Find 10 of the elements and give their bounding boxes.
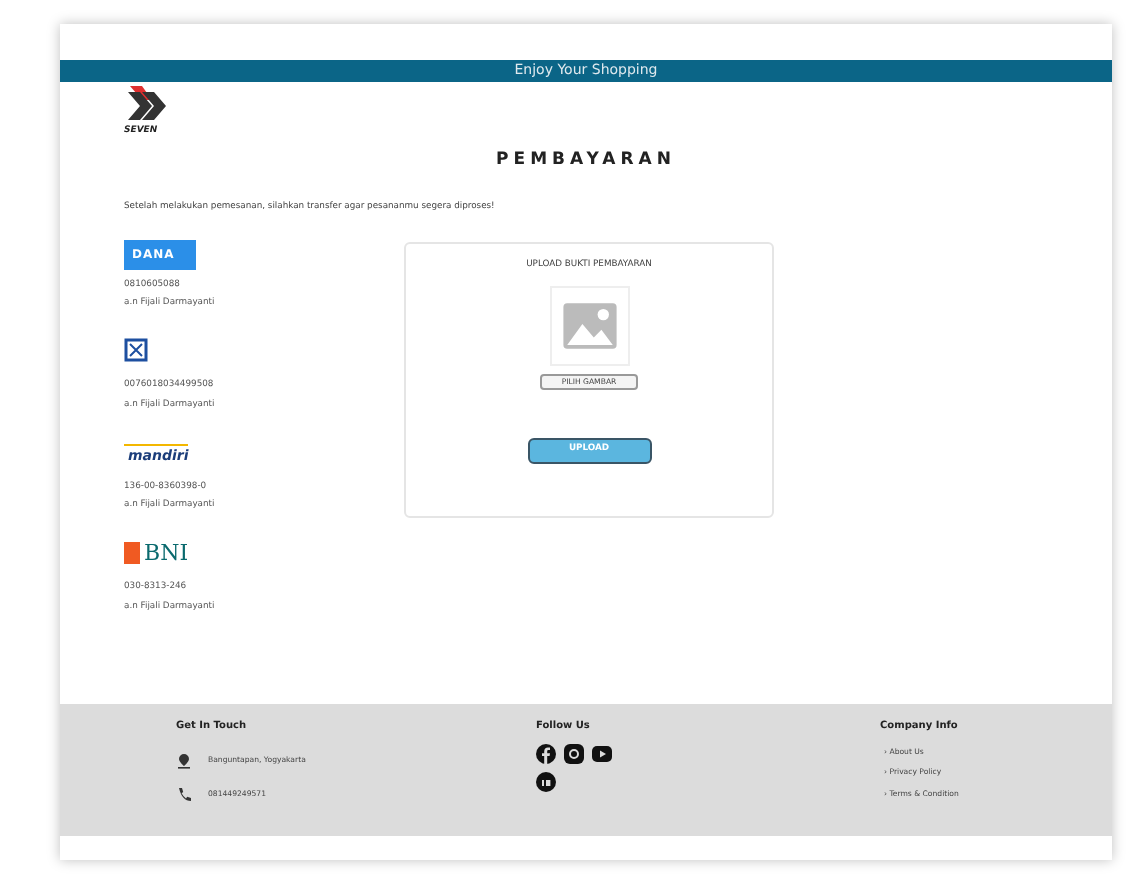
bank-logo-icon [124,337,148,362]
bank-logo: BNI [124,542,189,565]
phone-icon [176,785,192,803]
image-placeholder-icon [549,286,629,367]
logo-icon [124,86,168,126]
facebook-icon[interactable] [536,743,556,763]
page-title: PEMBAYARAN [494,147,678,173]
instagram-icon[interactable] [564,743,584,763]
youtube-icon[interactable] [592,743,612,763]
location-icon [176,751,192,769]
